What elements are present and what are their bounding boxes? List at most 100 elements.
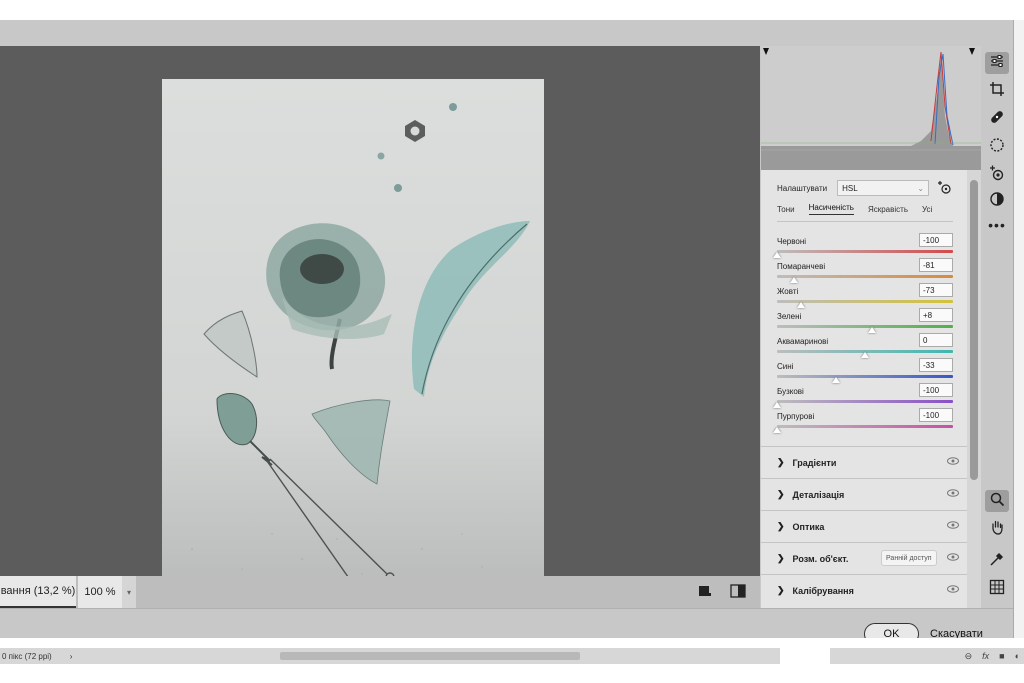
hsl-value-input[interactable]: -100	[919, 408, 953, 422]
hsl-value-input[interactable]: 0	[919, 333, 953, 347]
hsl-slider-track[interactable]	[777, 375, 953, 378]
hsl-slider-track[interactable]	[777, 400, 953, 403]
zoom-icon	[989, 491, 1005, 512]
mask-add-icon[interactable]: ■	[999, 651, 1004, 661]
hsl-label: Аквамаринові	[777, 337, 829, 346]
tab-luminance[interactable]: Яскравість	[868, 205, 908, 214]
edit-panel: Налаштувати HSL ⌄ Тони Насиченість Яскра…	[761, 46, 981, 608]
section-detail[interactable]: ❯ Деталізація	[761, 478, 967, 510]
hsl-slider-track[interactable]	[777, 275, 953, 278]
color-mixer-section: Налаштувати HSL ⌄ Тони Насиченість Яскра…	[761, 170, 967, 470]
hsl-value-input[interactable]: -81	[919, 258, 953, 272]
eye-icon[interactable]	[947, 457, 959, 467]
section-gradients[interactable]: ❯ Градієнти	[761, 446, 967, 478]
section-label: Градієнти	[792, 457, 837, 468]
hsl-value-input[interactable]: -100	[919, 233, 953, 247]
image-canvas[interactable]	[0, 46, 760, 594]
redeye-icon	[989, 165, 1005, 186]
hsl-label: Зелені	[777, 312, 802, 321]
hsl-slider-track[interactable]	[777, 250, 953, 253]
eye-icon[interactable]	[947, 489, 959, 499]
more-icon: •••	[988, 217, 1006, 233]
hsl-value-input[interactable]: -73	[919, 283, 953, 297]
hsl-value-input[interactable]: +8	[919, 308, 953, 322]
hsl-label: Помаранчеві	[777, 262, 826, 271]
scrollbar-thumb[interactable]	[970, 180, 978, 480]
zoom-100-button[interactable]: 100 %	[78, 576, 122, 608]
hsl-row-purple: Бузкові -100	[773, 383, 953, 408]
hsl-value-input[interactable]: -100	[919, 383, 953, 397]
tool-eyedropper[interactable]	[985, 550, 1009, 572]
view-toggle-icon[interactable]	[698, 584, 712, 603]
link-icon[interactable]: ⊖	[965, 651, 973, 662]
layers-footer: ⊖ fx ■ ◐	[830, 648, 1024, 664]
tool-grid[interactable]	[985, 578, 1009, 600]
sliders-icon	[989, 53, 1005, 74]
hsl-value-input[interactable]: -33	[919, 358, 953, 372]
section-lens-blur[interactable]: ❯ Розм. об'єкт. Ранній доступ	[761, 542, 967, 574]
mask-icon	[989, 137, 1005, 158]
chevron-right-icon[interactable]: ›	[70, 652, 73, 661]
hsl-row-orange: Помаранчеві -81	[777, 258, 953, 283]
hsl-label: Жовті	[777, 287, 799, 296]
panel-scrollbar[interactable]	[967, 170, 981, 608]
healing-icon	[989, 109, 1005, 130]
hsl-slider-track[interactable]	[777, 325, 953, 328]
eye-icon[interactable]	[947, 553, 959, 563]
target-adjust-icon[interactable]	[937, 180, 951, 196]
hsl-slider-thumb[interactable]	[773, 427, 781, 433]
tabs-divider	[777, 221, 953, 222]
zoom-dropdown-button[interactable]: ▾	[122, 576, 136, 608]
fx-button[interactable]: fx	[982, 651, 989, 661]
hsl-label: Бузкові	[777, 387, 804, 396]
tab-saturation[interactable]: Насиченість	[808, 203, 854, 215]
section-calibration[interactable]: ❯ Калібрування	[761, 574, 967, 606]
document-status: 0 пікс (72 ppi) ›	[0, 648, 780, 664]
chevron-down-icon: ⌄	[917, 183, 925, 193]
chevron-right-icon: ❯	[777, 489, 785, 499]
zoom-fit-button[interactable]: вання (13,2 %)	[0, 576, 76, 608]
histogram	[761, 46, 981, 170]
tool-healing[interactable]	[985, 108, 1009, 130]
hsl-row-red: Червоні -100	[773, 233, 953, 258]
adjustment-icon[interactable]: ◐	[1015, 651, 1020, 661]
hsl-row-green: Зелені +8	[777, 308, 953, 333]
mix-tabs: Тони Насиченість Яскравість Усі	[777, 199, 932, 219]
crop-icon	[989, 81, 1005, 102]
right-toolbar: •••	[981, 46, 1013, 608]
presets-icon	[989, 191, 1005, 212]
chevron-right-icon: ❯	[777, 585, 785, 595]
preset-select[interactable]: HSL ⌄	[837, 180, 930, 196]
eye-icon[interactable]	[947, 521, 959, 531]
preset-value: HSL	[842, 183, 858, 193]
section-label: Розм. об'єкт.	[792, 553, 849, 564]
top-strip	[0, 0, 1024, 20]
host-status-bar: 0 пікс (72 ppi) › ⊖ fx ■ ◐	[0, 638, 1024, 683]
tool-redeye[interactable]	[985, 164, 1009, 186]
hsl-slider-track[interactable]	[777, 425, 953, 428]
tool-hand[interactable]	[985, 518, 1009, 540]
background-app-edge	[1013, 20, 1024, 638]
tab-hue[interactable]: Тони	[777, 205, 795, 214]
eye-icon[interactable]	[947, 585, 959, 595]
hand-icon	[989, 519, 1005, 540]
before-after-icon[interactable]	[730, 584, 746, 603]
tool-more[interactable]: •••	[985, 214, 1009, 236]
chevron-right-icon: ❯	[777, 553, 785, 563]
tab-all[interactable]: Усі	[922, 205, 932, 214]
tool-edit[interactable]	[985, 52, 1009, 74]
eyedropper-icon	[989, 551, 1005, 572]
photo-preview	[162, 79, 544, 594]
section-optics[interactable]: ❯ Оптика	[761, 510, 967, 542]
hsl-label: Пурпурові	[777, 412, 815, 421]
zoom-bar: вання (13,2 %) 100 % ▾	[0, 576, 760, 608]
hsl-row-aqua: Аквамаринові 0	[777, 333, 953, 358]
hsl-label: Червоні	[777, 237, 807, 246]
camera-raw-window: вання (13,2 %) 100 % ▾ Налаштувати HSL ⌄…	[0, 20, 1013, 658]
hsl-row-magenta: Пурпурові -100	[773, 408, 953, 433]
tool-crop[interactable]	[985, 80, 1009, 102]
tool-zoom[interactable]	[985, 490, 1009, 512]
tool-presets[interactable]	[985, 190, 1009, 212]
horizontal-scrollbar[interactable]	[280, 652, 580, 660]
tool-masking[interactable]	[985, 136, 1009, 158]
